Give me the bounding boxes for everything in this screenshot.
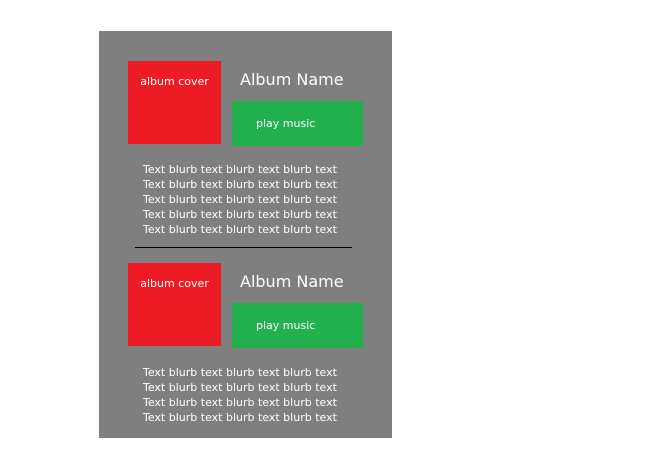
album-blurb: Text blurb text blurb text blurb text Te… <box>143 365 353 425</box>
blurb-line: Text blurb text blurb text blurb text <box>143 208 337 221</box>
play-music-button[interactable]: play music <box>232 101 363 146</box>
album-name: Album Name <box>240 272 344 291</box>
blurb-line: Text blurb text blurb text blurb text <box>143 223 337 236</box>
blurb-line: Text blurb text blurb text blurb text <box>143 411 337 424</box>
play-music-label: play music <box>256 319 316 332</box>
album-name: Album Name <box>240 70 344 89</box>
blurb-line: Text blurb text blurb text blurb text <box>143 396 337 409</box>
blurb-line: Text blurb text blurb text blurb text <box>143 163 337 176</box>
album-cover-image[interactable]: album cover <box>128 61 221 144</box>
album-list-panel: album cover Album Name play music Text b… <box>99 31 392 438</box>
play-music-label: play music <box>256 117 316 130</box>
album-cover-label: album cover <box>140 277 209 290</box>
blurb-line: Text blurb text blurb text blurb text <box>143 381 337 394</box>
album-cover-label: album cover <box>140 75 209 88</box>
blurb-line: Text blurb text blurb text blurb text <box>143 178 337 191</box>
album-cover-image[interactable]: album cover <box>128 263 221 346</box>
entry-divider <box>135 247 352 248</box>
album-blurb: Text blurb text blurb text blurb text Te… <box>143 162 353 237</box>
blurb-line: Text blurb text blurb text blurb text <box>143 366 337 379</box>
blurb-line: Text blurb text blurb text blurb text <box>143 193 337 206</box>
play-music-button[interactable]: play music <box>232 303 363 348</box>
